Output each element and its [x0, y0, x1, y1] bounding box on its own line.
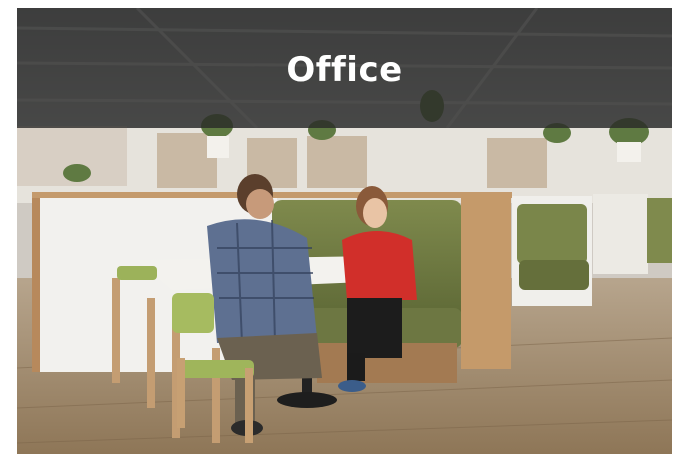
chair-seat: [117, 266, 157, 280]
title-overlay: Office: [17, 8, 672, 128]
office-category-card[interactable]: Office: [17, 8, 672, 454]
card-title: Office: [286, 50, 403, 90]
